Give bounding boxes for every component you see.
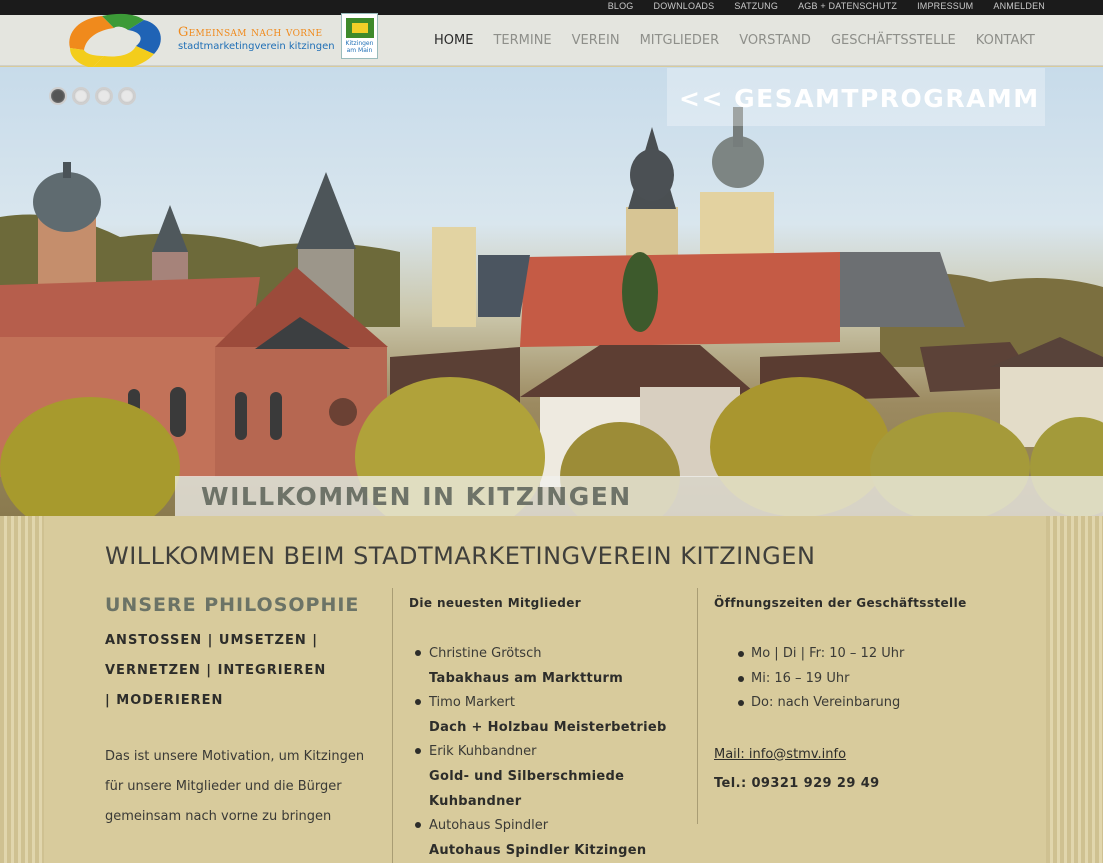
utility-link-satzung[interactable]: SATZUNG bbox=[734, 0, 778, 13]
opening-hours-item: Mo | Di | Fr: 10 – 12 Uhr bbox=[714, 642, 1034, 667]
slider-dot-2[interactable] bbox=[72, 87, 90, 105]
member-item[interactable]: Christine Grötsch Tabakhaus am Marktturm bbox=[409, 642, 679, 691]
nav-geschaeftsstelle[interactable]: GESCHÄFTSSTELLE bbox=[831, 33, 956, 49]
member-name: Erik Kuhbandner bbox=[429, 744, 537, 759]
column-divider bbox=[392, 588, 393, 863]
nav-vorstand[interactable]: VORSTAND bbox=[739, 33, 811, 49]
nav-home[interactable]: HOME bbox=[434, 33, 473, 49]
member-company: Autohaus Spindler Kitzingen bbox=[429, 843, 647, 858]
hero-slider: << GESAMTPROGRAMM WILLKOMMEN IN KITZINGE… bbox=[0, 67, 1103, 516]
nav-termine[interactable]: TERMINE bbox=[493, 33, 551, 49]
opening-hours-list: Mo | Di | Fr: 10 – 12 Uhr Mi: 16 – 19 Uh… bbox=[714, 642, 1034, 716]
city-crest-icon bbox=[346, 18, 374, 38]
site-header: Gemeinsam nach vorne stadtmarketingverei… bbox=[0, 13, 1103, 71]
slider-dots bbox=[49, 87, 136, 105]
member-name: Timo Markert bbox=[429, 695, 515, 710]
members-heading: Die neuesten Mitglieder bbox=[409, 596, 582, 610]
brand-text: Gemeinsam nach vorne stadtmarketingverei… bbox=[178, 25, 335, 52]
program-link[interactable]: << GESAMTPROGRAMM bbox=[679, 84, 1040, 113]
slider-dot-1[interactable] bbox=[49, 87, 67, 105]
member-company: Tabakhaus am Marktturm bbox=[429, 671, 624, 686]
email-link[interactable]: Mail: info@stmv.info bbox=[714, 743, 1034, 767]
member-name: Autohaus Spindler bbox=[429, 818, 549, 833]
opening-hours-item: Mi: 16 – 19 Uhr bbox=[714, 667, 1034, 692]
opening-hours-column: Öffnungszeiten der Geschäftsstelle Mo | … bbox=[714, 596, 1034, 801]
opening-hours-heading: Öffnungszeiten der Geschäftsstelle bbox=[714, 596, 967, 610]
philosophy-column: UNSERE PHILOSOPHIE ANSTOSSEN | UMSETZEN … bbox=[105, 594, 375, 832]
welcome-banner: WILLKOMMEN IN KITZINGEN bbox=[175, 476, 1103, 516]
philosophy-heading: UNSERE PHILOSOPHIE bbox=[105, 594, 360, 616]
utility-link-agb[interactable]: AGB + DATENSCHUTZ bbox=[798, 0, 897, 13]
badge-label: Kitzingen am Main bbox=[345, 40, 374, 54]
main-nav: HOME TERMINE VEREIN MITGLIEDER VORSTAND … bbox=[434, 33, 1035, 49]
left-stripe-decoration bbox=[0, 516, 44, 863]
member-item[interactable]: Timo Markert Dach + Holzbau Meisterbetri… bbox=[409, 691, 679, 740]
brand-slogan: Gemeinsam nach vorne bbox=[178, 25, 323, 40]
utility-link-downloads[interactable]: DOWNLOADS bbox=[654, 0, 715, 13]
nav-mitglieder[interactable]: MITGLIEDER bbox=[640, 33, 720, 49]
philosophy-motto: ANSTOSSEN | UMSETZEN | VERNETZEN | INTEG… bbox=[105, 633, 327, 708]
philosophy-motivation: Das ist unsere Motivation, um Kitzingen … bbox=[105, 749, 365, 824]
town-photo bbox=[0, 107, 1103, 516]
member-item[interactable]: Autohaus Spindler Autohaus Spindler Kitz… bbox=[409, 814, 679, 863]
brand-name: stadtmarketingverein kitzingen bbox=[178, 41, 335, 52]
slider-dot-3[interactable] bbox=[95, 87, 113, 105]
member-name: Christine Grötsch bbox=[429, 646, 542, 661]
member-company: Gold- und Silberschmiede Kuhbandner bbox=[429, 769, 625, 809]
utility-links: BLOG DOWNLOADS SATZUNG AGB + DATENSCHUTZ… bbox=[588, 0, 1045, 13]
right-stripe-decoration bbox=[1046, 516, 1103, 863]
slider-dot-4[interactable] bbox=[118, 87, 136, 105]
main-content: WILLKOMMEN BEIM STADTMARKETINGVEREIN KIT… bbox=[0, 516, 1103, 863]
utility-link-blog[interactable]: BLOG bbox=[608, 0, 634, 13]
nav-kontakt[interactable]: KONTAKT bbox=[976, 33, 1035, 49]
member-item[interactable]: Erik Kuhbandner Gold- und Silberschmiede… bbox=[409, 740, 679, 814]
members-column: Die neuesten Mitglieder Christine Grötsc… bbox=[409, 596, 679, 863]
column-divider bbox=[697, 588, 698, 824]
utility-link-impressum[interactable]: IMPRESSUM bbox=[917, 0, 973, 13]
member-company: Dach + Holzbau Meisterbetrieb bbox=[429, 720, 667, 735]
utility-link-anmelden[interactable]: ANMELDEN bbox=[993, 0, 1045, 13]
phone-number[interactable]: Tel.: 09321 929 29 49 bbox=[714, 767, 1034, 801]
welcome-banner-text: WILLKOMMEN IN KITZINGEN bbox=[201, 482, 632, 511]
members-list: Christine Grötsch Tabakhaus am Marktturm… bbox=[409, 642, 679, 863]
page-title: WILLKOMMEN BEIM STADTMARKETINGVEREIN KIT… bbox=[105, 542, 816, 570]
opening-hours-item: Do: nach Vereinbarung bbox=[714, 691, 1034, 716]
nav-verein[interactable]: VEREIN bbox=[572, 33, 620, 49]
kitzingen-badge: Kitzingen am Main bbox=[341, 13, 378, 59]
program-link-box[interactable]: << GESAMTPROGRAMM bbox=[667, 68, 1045, 126]
